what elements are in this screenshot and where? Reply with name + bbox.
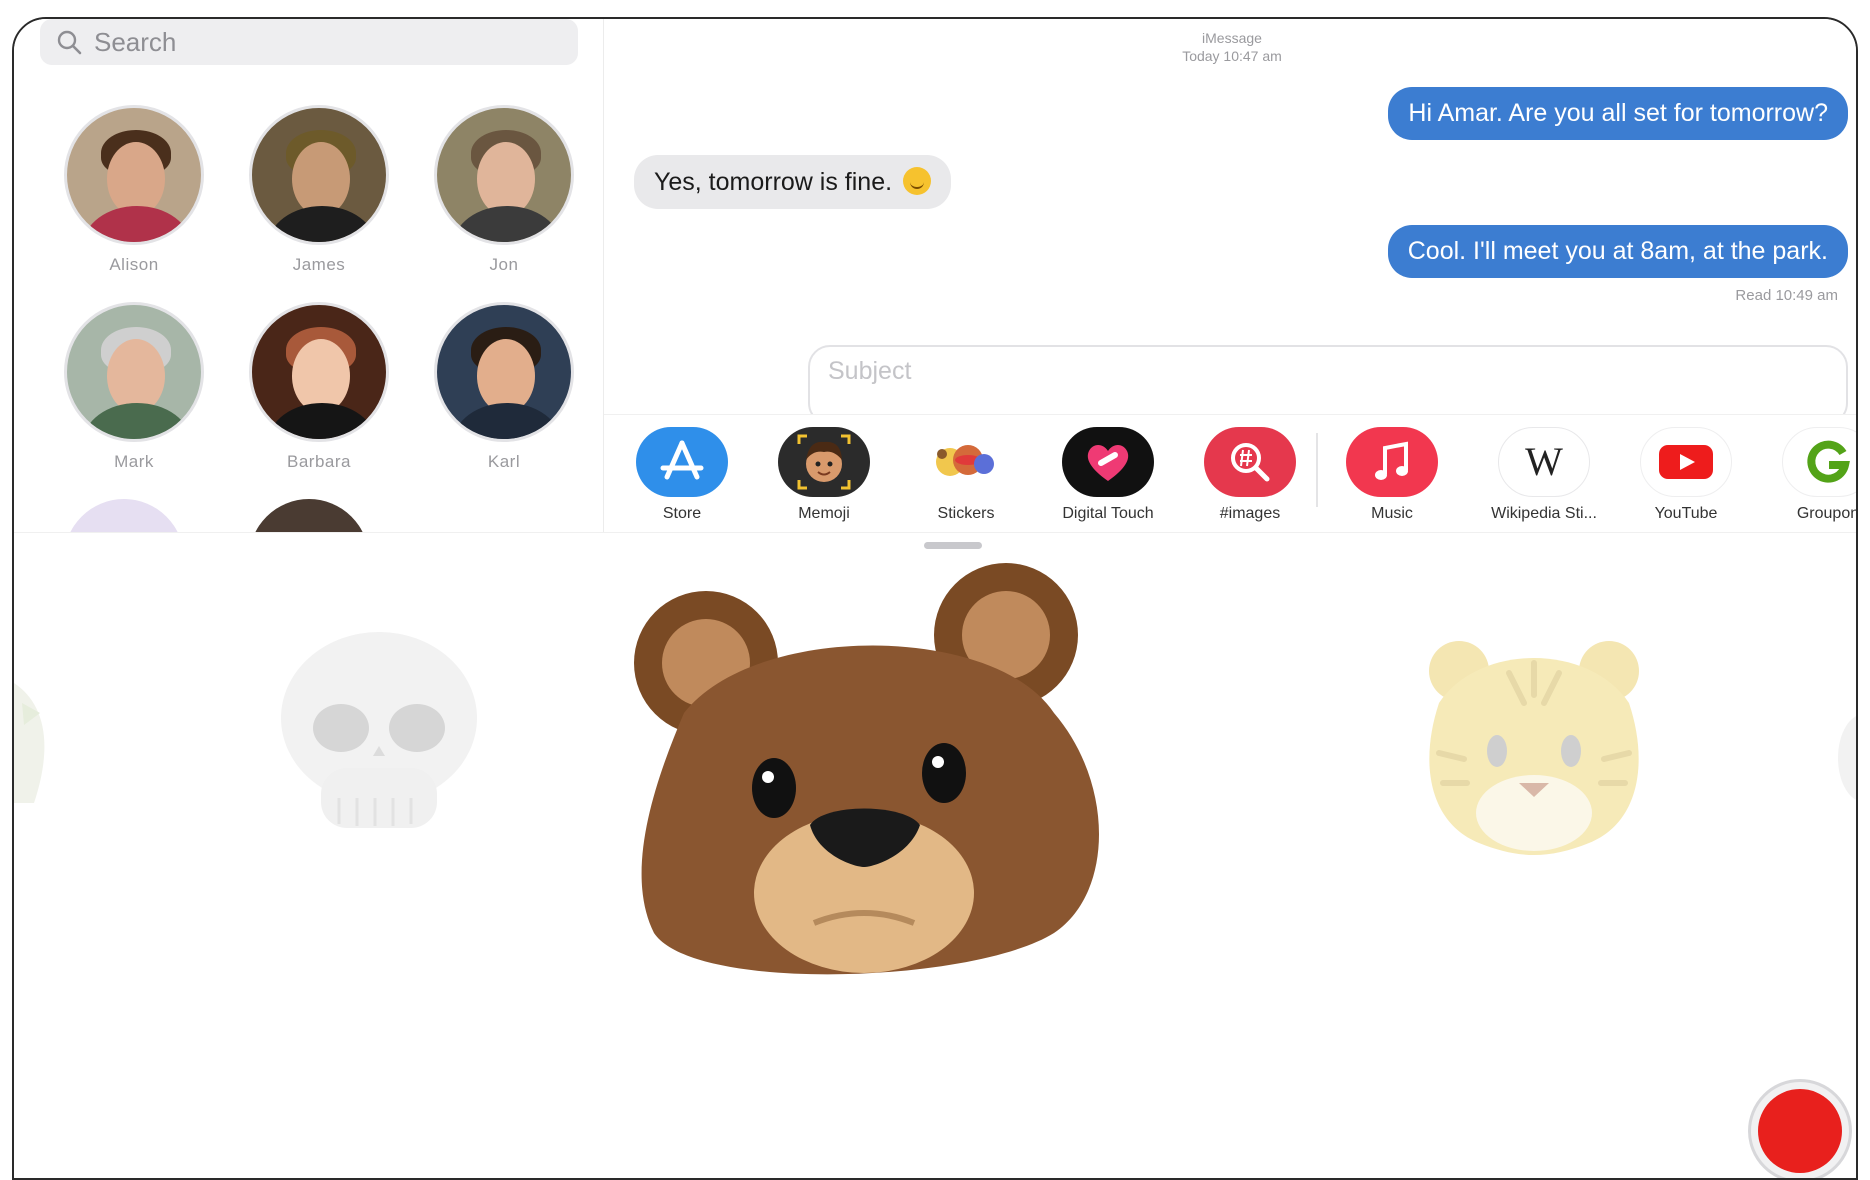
contact-name: James <box>292 255 346 274</box>
search-placeholder: Search <box>94 26 177 57</box>
wikipedia-icon: W <box>1498 427 1590 497</box>
contact-name: Alison <box>109 255 159 274</box>
memoji-icon <box>778 427 870 497</box>
skull-animoji-icon[interactable] <box>269 628 489 848</box>
groupon-icon <box>1782 427 1856 497</box>
search-field[interactable]: Search <box>40 19 578 65</box>
app-youtube[interactable]: YouTube <box>1626 427 1746 523</box>
app-music[interactable]: Music <box>1332 427 1452 523</box>
imessage-app-drawer: Store Memoji Stickers Digital Touch #ima… <box>604 414 1858 532</box>
avatar <box>249 302 389 442</box>
message-text: Cool. I'll meet you at 8am, at the park. <box>1407 237 1828 265</box>
subject-placeholder: Subject <box>828 357 912 385</box>
record-icon <box>1758 1089 1842 1173</box>
subject-field[interactable]: Subject <box>808 345 1848 414</box>
message-bubble-outgoing[interactable]: Hi Amar. Are you all set for tomorrow? <box>1388 87 1848 140</box>
avatar-partial[interactable] <box>64 499 184 532</box>
message-timestamp: Today 10:47 am <box>1182 48 1282 64</box>
stickers-icon <box>920 427 1012 497</box>
app-stickers[interactable]: Stickers <box>906 427 1026 523</box>
app-label: Wikipedia Sti... <box>1491 505 1597 522</box>
service-label: iMessage <box>1202 30 1262 46</box>
app-label: YouTube <box>1654 505 1718 522</box>
avatar <box>64 302 204 442</box>
app-divider <box>1316 433 1318 507</box>
app-label: Stickers <box>937 505 995 522</box>
svg-text:W: W <box>1525 439 1563 484</box>
app-label: Store <box>662 505 702 522</box>
bear-animoji-icon[interactable] <box>614 563 1144 993</box>
app-label: Digital Touch <box>1062 505 1154 522</box>
avatar <box>249 105 389 245</box>
music-icon <box>1346 427 1438 497</box>
next-animoji-icon[interactable] <box>1834 713 1858 803</box>
conversation-pane: iMessage Today 10:47 am Hi Amar. Are you… <box>604 19 1856 414</box>
unicorn-animoji-icon[interactable] <box>14 673 74 813</box>
images-search-icon <box>1204 427 1296 497</box>
contact-name: Barbara <box>287 452 351 471</box>
contact-barbara[interactable]: Barbara <box>244 302 394 472</box>
message-text: Hi Amar. Are you all set for tomorrow? <box>1408 99 1828 127</box>
conversation-sidebar: Search Alison James Jon Mark Barbara Kar… <box>14 19 604 532</box>
contact-karl[interactable]: Karl <box>429 302 579 472</box>
app-images[interactable]: #images <box>1190 427 1310 523</box>
app-label: Groupon <box>1796 505 1858 522</box>
contact-name: Jon <box>489 255 519 274</box>
contact-mark[interactable]: Mark <box>59 302 209 472</box>
animoji-picker <box>14 532 1858 1178</box>
digital-touch-icon <box>1062 427 1154 497</box>
message-bubble-outgoing[interactable]: Cool. I'll meet you at 8am, at the park. <box>1387 225 1848 278</box>
app-label: #images <box>1219 505 1281 522</box>
contact-james[interactable]: James <box>244 105 394 275</box>
youtube-icon <box>1640 427 1732 497</box>
contact-name: Karl <box>487 452 521 471</box>
app-label: Music <box>1371 505 1413 522</box>
read-receipt: Read 10:49 am <box>1735 287 1838 304</box>
avatar <box>434 302 574 442</box>
app-label: Memoji <box>798 505 850 522</box>
contact-name: Mark <box>114 452 154 471</box>
contact-jon[interactable]: Jon <box>429 105 579 275</box>
smiling-face-icon <box>903 167 932 195</box>
contact-alison[interactable]: Alison <box>59 105 209 275</box>
avatar <box>64 105 204 245</box>
message-text: Yes, tomorrow is fine. <box>654 168 893 196</box>
avatar <box>434 105 574 245</box>
tiger-animoji-icon[interactable] <box>1419 633 1649 863</box>
search-icon <box>57 30 82 55</box>
app-store[interactable]: Store <box>622 427 742 523</box>
drawer-grabber[interactable] <box>924 542 982 549</box>
app-groupon[interactable]: Groupon <box>1768 427 1858 523</box>
app-digital-touch[interactable]: Digital Touch <box>1048 427 1168 523</box>
app-wikipedia[interactable]: W Wikipedia Sti... <box>1484 427 1604 523</box>
avatar-partial[interactable] <box>249 499 369 532</box>
record-button[interactable] <box>1748 1079 1852 1178</box>
conversation-header: iMessage Today 10:47 am <box>604 29 1856 65</box>
app-store-icon <box>636 427 728 497</box>
message-bubble-incoming[interactable]: Yes, tomorrow is fine. <box>634 155 952 209</box>
app-memoji[interactable]: Memoji <box>764 427 884 523</box>
messages-app-window: Search Alison James Jon Mark Barbara Kar… <box>12 17 1858 1180</box>
